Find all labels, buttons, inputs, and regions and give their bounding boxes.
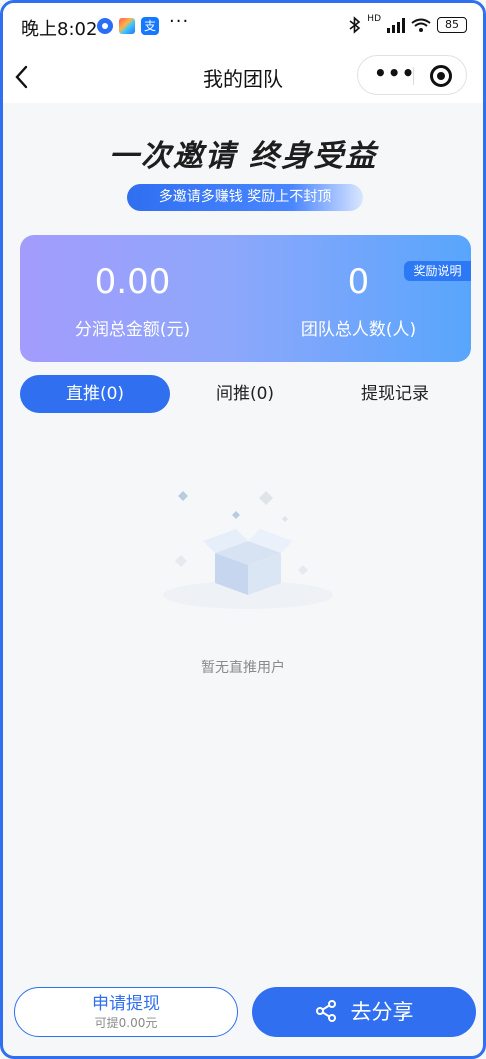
empty-box-icon: [163, 491, 333, 609]
app-notification-icon: [97, 18, 113, 34]
more-button[interactable]: •••: [374, 61, 415, 85]
tab-indirect[interactable]: 间推(0): [170, 375, 320, 413]
status-right: HD 85: [349, 14, 467, 34]
hero-headline: 一次邀请 终身受益: [108, 139, 378, 174]
wifi-icon: [411, 18, 431, 32]
bluetooth-icon: [349, 16, 361, 34]
team-tabs: 直推(0) 间推(0) 提现记录: [20, 375, 471, 413]
empty-state-text: 暂无直推用户: [201, 660, 285, 676]
navigation-bar: 我的团队 •••: [3, 51, 483, 103]
signal-icon: [387, 17, 405, 33]
profit-total-value: 0.00: [94, 262, 171, 302]
team-count-label: 团队总人数(人): [300, 320, 417, 340]
network-type: HD: [367, 14, 381, 24]
profit-total-block: 0.00 分润总金额(元): [20, 235, 245, 341]
share-label: 去分享: [350, 1000, 414, 1024]
withdraw-label: 申请提现: [92, 994, 160, 1014]
close-mini-program-button[interactable]: [430, 65, 452, 87]
tab-direct[interactable]: 直推(0): [20, 375, 170, 413]
mini-program-capsule: •••: [357, 55, 467, 95]
share-icon: [315, 1000, 336, 1022]
team-stats-card: 奖励说明 0.00 分润总金额(元) 0 团队总人数(人): [20, 235, 471, 362]
profit-total-label: 分润总金额(元): [74, 320, 191, 340]
withdraw-button[interactable]: 申请提现 可提0.00元: [14, 987, 238, 1037]
status-bar: 晚上8:02 支 ··· HD 85: [3, 3, 483, 51]
alipay-icon: 支: [141, 17, 159, 35]
capsule-divider: [413, 67, 414, 85]
more-notifications-indicator: ···: [169, 11, 190, 32]
video-app-icon: [119, 18, 135, 34]
status-time: 晚上8:02: [21, 19, 98, 40]
share-button[interactable]: 去分享: [252, 987, 476, 1037]
battery-icon: 85: [437, 17, 467, 33]
slogan-badge: 多邀请多赚钱 奖励上不封顶: [127, 184, 363, 211]
withdrawable-amount: 可提0.00元: [94, 1016, 158, 1030]
tab-withdraw-records[interactable]: 提现记录: [320, 375, 470, 413]
app-frame: 晚上8:02 支 ··· HD 85 我的团队 ••• 一次邀请 终身受益 多邀…: [0, 0, 486, 1059]
team-count-block: 0 团队总人数(人): [246, 235, 471, 341]
team-count-value: 0: [347, 262, 370, 302]
